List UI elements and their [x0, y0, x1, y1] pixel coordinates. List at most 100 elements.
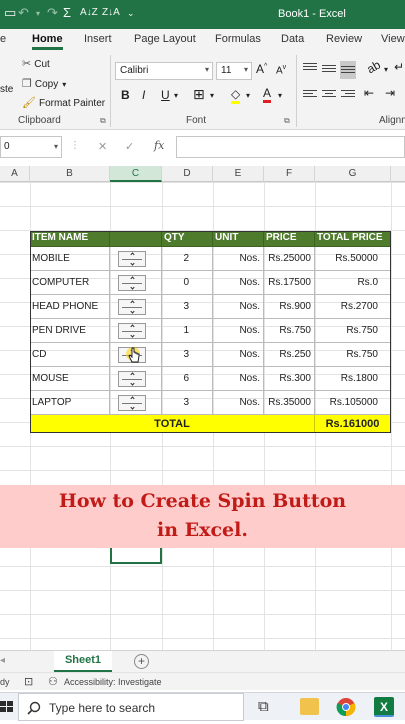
tab-data[interactable]: Data: [281, 33, 304, 45]
spin-down-arrow-icon[interactable]: [130, 405, 135, 410]
item-name-cell[interactable]: HEAD PHONE: [30, 295, 110, 319]
price-cell[interactable]: Rs.17500: [264, 271, 315, 295]
spin-down-arrow-icon[interactable]: [130, 309, 135, 314]
column-header[interactable]: B: [30, 166, 110, 182]
font-color-dropdown-icon[interactable]: ▾: [278, 91, 282, 100]
item-name-cell[interactable]: MOUSE: [30, 367, 110, 391]
column-header[interactable]: D: [162, 166, 213, 182]
increase-indent-icon[interactable]: ⇥: [385, 86, 395, 100]
price-cell[interactable]: Rs.35000: [264, 391, 315, 415]
qty-cell[interactable]: 2: [162, 247, 213, 271]
active-cell[interactable]: [110, 546, 162, 564]
unit-cell[interactable]: Nos.: [213, 295, 264, 319]
font-family-select[interactable]: Calibri ▾: [115, 62, 213, 80]
spin-button-cell[interactable]: [110, 247, 162, 271]
unit-cell[interactable]: Nos.: [213, 319, 264, 343]
align-bottom-button[interactable]: [340, 61, 356, 79]
wrap-text-icon[interactable]: ↵: [394, 60, 404, 74]
column-header[interactable]: F: [264, 166, 315, 182]
tab-home[interactable]: Home: [32, 33, 63, 50]
cut-button[interactable]: ✂ Cut: [22, 57, 50, 70]
file-explorer-icon[interactable]: [300, 698, 319, 715]
spin-button[interactable]: [118, 371, 146, 387]
spin-button[interactable]: [118, 251, 146, 267]
autosum-icon[interactable]: Σ: [63, 5, 71, 20]
fill-color-button[interactable]: ◇: [231, 87, 241, 104]
orientation-dropdown-icon[interactable]: ▾: [384, 65, 388, 74]
spin-down-arrow-icon[interactable]: [130, 333, 135, 338]
total-value-cell[interactable]: Rs.161000: [315, 415, 391, 433]
cancel-icon[interactable]: ✕: [98, 140, 107, 153]
price-cell[interactable]: Rs.25000: [264, 247, 315, 271]
add-sheet-button[interactable]: +: [134, 654, 149, 669]
total-price-cell[interactable]: Rs.105000: [315, 391, 391, 415]
qty-cell[interactable]: 3: [162, 343, 213, 367]
spin-up-arrow-icon[interactable]: [130, 396, 135, 401]
tab-file[interactable]: e: [0, 33, 6, 45]
excel-taskbar-icon[interactable]: X: [374, 697, 394, 717]
spin-button-cell[interactable]: [110, 367, 162, 391]
font-launcher-icon[interactable]: ⧉: [284, 116, 290, 126]
unit-cell[interactable]: Nos.: [213, 271, 264, 295]
price-cell[interactable]: Rs.900: [264, 295, 315, 319]
enter-icon[interactable]: ✓: [125, 140, 134, 153]
clipboard-launcher-icon[interactable]: ⧉: [100, 116, 106, 126]
font-color-button[interactable]: A: [263, 86, 272, 103]
qty-cell[interactable]: 1: [162, 319, 213, 343]
grow-font-button[interactable]: A^: [256, 62, 267, 76]
save-icon[interactable]: ▭: [4, 5, 16, 21]
undo-icon[interactable]: ↶: [18, 5, 29, 21]
qty-cell[interactable]: 3: [162, 391, 213, 415]
customize-qat-icon[interactable]: ⌄: [127, 8, 135, 19]
total-price-cell[interactable]: Rs.750: [315, 343, 391, 367]
taskbar-search-box[interactable]: Type here to search: [18, 693, 244, 721]
spin-down-arrow-icon[interactable]: [130, 261, 135, 266]
spin-button-cell[interactable]: [110, 319, 162, 343]
underline-dropdown-icon[interactable]: ▾: [174, 91, 178, 100]
spin-button[interactable]: [118, 299, 146, 315]
column-header[interactable]: A: [0, 166, 30, 182]
sheet-tab-sheet1[interactable]: Sheet1: [54, 651, 112, 672]
column-header[interactable]: C: [110, 166, 162, 182]
spin-down-arrow-icon[interactable]: [130, 285, 135, 290]
price-cell[interactable]: Rs.300: [264, 367, 315, 391]
total-price-cell[interactable]: Rs.0: [315, 271, 391, 295]
align-right-button[interactable]: [340, 88, 356, 102]
item-name-cell[interactable]: CD: [30, 343, 110, 367]
spin-up-arrow-icon[interactable]: [130, 324, 135, 329]
shrink-font-button[interactable]: Av: [276, 64, 286, 76]
item-name-cell[interactable]: COMPUTER: [30, 271, 110, 295]
total-price-cell[interactable]: Rs.750: [315, 319, 391, 343]
spin-button[interactable]: [118, 395, 146, 411]
price-cell[interactable]: Rs.250: [264, 343, 315, 367]
unit-cell[interactable]: Nos.: [213, 367, 264, 391]
tab-formulas[interactable]: Formulas: [215, 33, 261, 45]
tab-insert[interactable]: Insert: [84, 33, 112, 45]
align-top-button[interactable]: [302, 61, 318, 75]
sort-descending-icon[interactable]: Z↓A: [102, 7, 120, 18]
total-label-cell[interactable]: TOTAL: [30, 415, 315, 433]
total-price-cell[interactable]: Rs.50000: [315, 247, 391, 271]
italic-button[interactable]: I: [142, 88, 145, 102]
sort-ascending-icon[interactable]: A↓Z: [80, 7, 98, 18]
column-header[interactable]: E: [213, 166, 264, 182]
spin-button[interactable]: [118, 323, 146, 339]
spin-button-cell[interactable]: [110, 391, 162, 415]
fill-dropdown-icon[interactable]: ▾: [246, 91, 250, 100]
spin-up-arrow-icon[interactable]: [130, 372, 135, 377]
price-cell[interactable]: Rs.750: [264, 319, 315, 343]
accessibility-icon[interactable]: ⚇: [48, 675, 58, 688]
worksheet-grid[interactable]: ITEM NAME QTY UNIT PRICE TOTAL PRICE MOBILE 2 N…: [0, 182, 405, 650]
align-left-button[interactable]: [302, 88, 318, 102]
qty-cell[interactable]: 3: [162, 295, 213, 319]
borders-icon[interactable]: ⊞: [193, 86, 205, 103]
unit-cell[interactable]: Nos.: [213, 391, 264, 415]
insert-function-icon[interactable]: fx: [154, 139, 164, 152]
start-button[interactable]: [0, 693, 16, 721]
qty-cell[interactable]: 0: [162, 271, 213, 295]
total-price-cell[interactable]: Rs.2700: [315, 295, 391, 319]
unit-cell[interactable]: Nos.: [213, 247, 264, 271]
spin-button-cell[interactable]: [110, 295, 162, 319]
qty-cell[interactable]: 6: [162, 367, 213, 391]
align-center-button[interactable]: [321, 88, 337, 102]
